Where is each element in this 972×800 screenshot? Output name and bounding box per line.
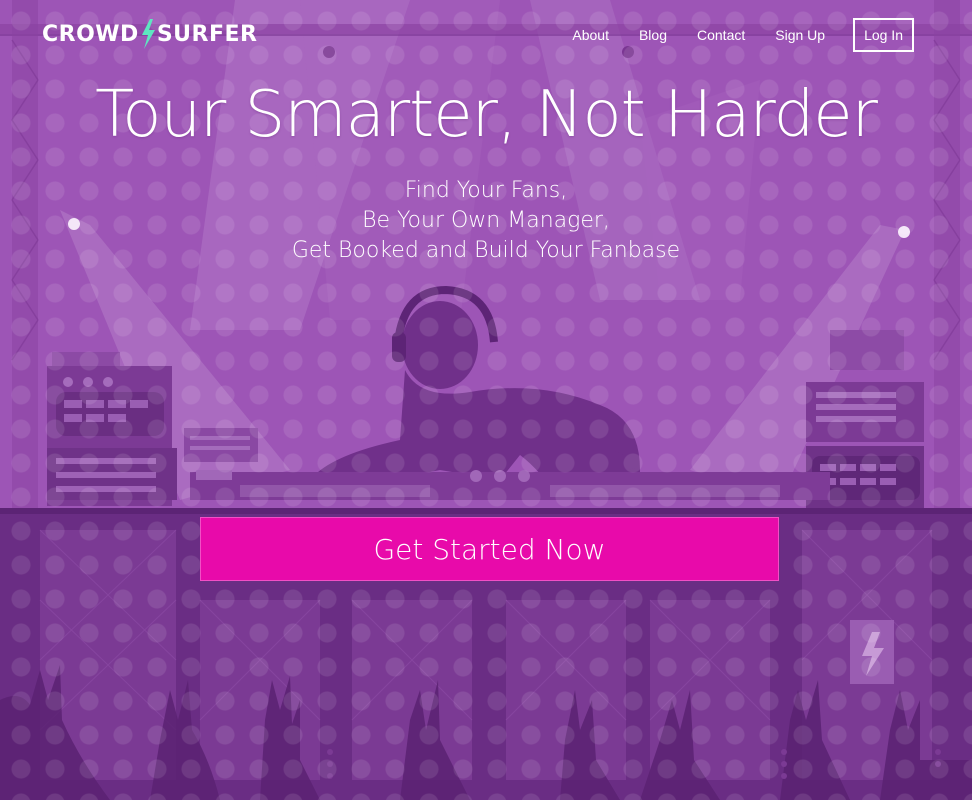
logo-text-left: CROWD xyxy=(42,21,139,47)
login-button[interactable]: Log In xyxy=(853,18,914,52)
subheadline-line: Get Booked and Build Your Fanbase xyxy=(291,238,681,263)
crowdsurfer-logo[interactable]: CROWD SURFER xyxy=(42,19,257,49)
subheadline-line: Be Your Own Manager, xyxy=(362,208,610,233)
nav-link-signup[interactable]: Sign Up xyxy=(775,27,825,43)
nav-link-blog[interactable]: Blog xyxy=(639,27,667,43)
logo-text-right: SURFER xyxy=(156,21,258,47)
hero-headline: Tour Smarter, Not Harder xyxy=(95,78,878,152)
hero-subheadline: Find Your Fans, Be Your Own Manager, Get… xyxy=(0,176,972,266)
get-started-button[interactable]: Get Started Now xyxy=(200,517,779,581)
hero-section: CROWD SURFER About Blog Contact Sign Up … xyxy=(0,0,972,800)
subheadline-line: Find Your Fans, xyxy=(404,178,568,203)
top-navigation-bar: CROWD SURFER About Blog Contact Sign Up … xyxy=(0,0,972,76)
lightning-bolt-icon xyxy=(140,19,156,49)
main-nav: About Blog Contact Sign Up Log In xyxy=(572,18,914,52)
nav-link-about[interactable]: About xyxy=(572,27,609,43)
nav-link-contact[interactable]: Contact xyxy=(697,27,745,43)
